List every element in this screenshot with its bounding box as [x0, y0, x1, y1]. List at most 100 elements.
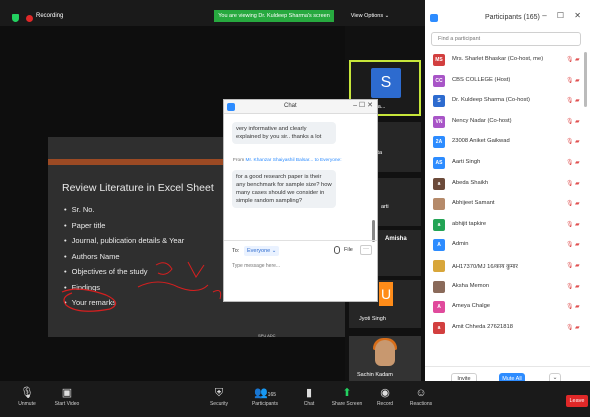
- participant-name: Abhijeet Samant: [452, 200, 495, 207]
- participant-row[interactable]: a abhijit tapkire 🎙 ▰: [425, 217, 585, 235]
- participant-row[interactable]: Abhijeet Samant 🎙 ▰: [425, 196, 585, 214]
- avatar: U: [379, 282, 393, 306]
- microphone-muted-icon[interactable]: 🎙: [566, 77, 574, 84]
- view-options-button[interactable]: View Options ⌄: [342, 10, 398, 22]
- participant-row[interactable]: a Amit Chheda 27621818 🎙 ▰: [425, 320, 585, 338]
- video-off-icon[interactable]: ▰: [575, 283, 580, 290]
- video-off-icon[interactable]: ▰: [575, 77, 580, 84]
- reactions-smiley-icon: ☺: [415, 387, 427, 399]
- participant-thumbnail[interactable]: Sachin Kadam: [349, 336, 421, 382]
- participant-search-input[interactable]: [431, 32, 581, 46]
- participant-row[interactable]: A Admin 🎙 ▰: [425, 237, 585, 255]
- leave-button[interactable]: Leave: [566, 395, 588, 407]
- reactions-button[interactable]: ☺ Reactions: [396, 385, 446, 415]
- participant-row[interactable]: MS Mrs. Sharlet Bhaskar (Co-host, me) 🎙 ▰: [425, 52, 585, 70]
- security-button[interactable]: ⛨ Security: [194, 385, 244, 415]
- avatar: a: [433, 218, 445, 231]
- chat-composer: To: Everyone ⌄ File ···: [224, 240, 377, 302]
- chat-window: Chat – ☐ ✕ very informative and clearly …: [223, 99, 378, 302]
- security-shield-icon: ⛨: [214, 387, 224, 399]
- avatar: S: [433, 95, 445, 108]
- zoom-logo-icon: [430, 14, 438, 22]
- video-off-icon[interactable]: ▰: [575, 180, 580, 187]
- participant-row[interactable]: CC CBS COLLEGE (Host) 🎙 ▰: [425, 73, 585, 91]
- video-off-icon[interactable]: ▰: [575, 324, 580, 331]
- reactions-label: Reactions: [409, 401, 433, 407]
- video-off-icon[interactable]: ▰: [575, 221, 580, 228]
- window-controls[interactable]: – ☐ ✕: [542, 11, 585, 20]
- microphone-muted-icon[interactable]: 🎙: [566, 283, 574, 290]
- participant-name: 23008 Aniket Gaikwad: [452, 138, 510, 145]
- microphone-muted-icon[interactable]: 🎙: [566, 118, 574, 125]
- participant-name: Nency Nadar (Co-host): [452, 117, 512, 124]
- participants-button[interactable]: 👥165 Participants: [240, 385, 290, 415]
- shield-icon[interactable]: [12, 14, 19, 22]
- avatar: [433, 260, 445, 272]
- participants-label: Participants: [251, 401, 279, 407]
- avatar: S: [371, 68, 401, 98]
- window-controls[interactable]: – ☐ ✕: [353, 101, 373, 109]
- file-attach-icon[interactable]: [334, 246, 340, 254]
- participant-row[interactable]: A Ameya Chalge 🎙 ▰: [425, 299, 585, 317]
- microphone-muted-icon[interactable]: 🎙: [566, 262, 574, 269]
- microphone-muted-icon[interactable]: 🎙: [566, 138, 574, 145]
- participant-name: Ameya Chalge: [452, 303, 491, 310]
- chat-scrollbar[interactable]: [372, 220, 375, 242]
- chat-message-sender: From Mr. Khanzar Shaiyashil Balsar... to…: [233, 158, 342, 163]
- video-off-icon[interactable]: ▰: [575, 200, 580, 207]
- video-off-icon[interactable]: ▰: [575, 97, 580, 104]
- participant-row[interactable]: AH17370/MJ 16/काय कुमार 🎙 ▰: [425, 258, 585, 276]
- recording-dot-icon: [26, 15, 33, 22]
- video-camera-off-icon: ▣: [61, 387, 73, 399]
- video-off-icon[interactable]: ▰: [575, 56, 580, 63]
- microphone-muted-icon[interactable]: 🎙: [566, 180, 574, 187]
- sender-name[interactable]: Mr. Khanzar Shaiyashil Balsar...: [246, 158, 314, 163]
- chat-more-button[interactable]: ···: [360, 245, 372, 255]
- video-off-icon[interactable]: ▰: [575, 138, 580, 145]
- video-off-icon[interactable]: ▰: [575, 262, 580, 269]
- video-off-icon[interactable]: ▰: [575, 303, 580, 310]
- participant-name: Mrs. Sharlet Bhaskar (Co-host, me): [452, 56, 544, 62]
- participant-row[interactable]: a Abeda Shaikh 🎙 ▰: [425, 176, 585, 194]
- participant-name: CBS COLLEGE (Host): [452, 76, 511, 83]
- participant-row[interactable]: Aksha Memon 🎙 ▰: [425, 279, 585, 297]
- microphone-muted-icon[interactable]: 🎙: [566, 56, 574, 63]
- microphone-muted-icon[interactable]: 🎙: [566, 221, 574, 228]
- participant-row[interactable]: AS Aarti Singh 🎙 ▰: [425, 155, 585, 173]
- recording-label: Recording: [36, 13, 64, 19]
- start-video-button[interactable]: ▣ Start Video: [42, 385, 92, 415]
- participant-row[interactable]: 2A 23008 Aniket Gaikwad 🎙 ▰: [425, 134, 585, 152]
- chat-message: for a good research paper is their any b…: [232, 170, 336, 208]
- zoom-logo-icon: [227, 103, 235, 111]
- avatar: a: [433, 321, 445, 334]
- participants-title: Participants (165): [485, 14, 540, 21]
- meeting-toolbar: 🎙 Unmute ▣ Start Video ⛨ Security 👥165 P…: [0, 381, 590, 417]
- microphone-muted-icon[interactable]: 🎙: [566, 159, 574, 166]
- thumbnail-name: Jyoti Singh: [359, 316, 386, 322]
- recipient-select[interactable]: Everyone ⌄: [244, 246, 280, 256]
- participant-name: Admin: [452, 241, 469, 248]
- participants-header: Participants (165) – ☐ ✕: [425, 10, 590, 26]
- avatar: A: [433, 239, 445, 252]
- avatar: CC: [433, 74, 445, 87]
- participant-row[interactable]: S Dr. Kuldeep Sharma (Co-host) 🎙 ▰: [425, 93, 585, 111]
- to-label: To:: [232, 248, 240, 254]
- avatar: [433, 280, 445, 293]
- chat-message-input[interactable]: [232, 261, 370, 271]
- microphone-muted-icon[interactable]: 🎙: [566, 303, 574, 310]
- participant-row[interactable]: VN Nency Nadar (Co-host) 🎙 ▰: [425, 114, 585, 132]
- video-off-icon[interactable]: ▰: [575, 118, 580, 125]
- microphone-muted-icon[interactable]: 🎙: [566, 97, 574, 104]
- microphone-muted-icon[interactable]: 🎙: [566, 324, 574, 331]
- microphone-muted-icon[interactable]: 🎙: [566, 241, 574, 248]
- file-button[interactable]: File: [344, 247, 353, 253]
- participants-icon: 👥165: [253, 387, 277, 399]
- participant-list-scrollbar[interactable]: [584, 52, 587, 107]
- avatar: MS: [433, 54, 445, 66]
- video-off-icon[interactable]: ▰: [575, 241, 580, 248]
- chat-header[interactable]: Chat – ☐ ✕: [224, 100, 377, 114]
- microphone-muted-icon[interactable]: 🎙: [566, 200, 574, 207]
- participant-name: Amit Chheda 27621818: [452, 323, 513, 330]
- video-off-icon[interactable]: ▰: [575, 159, 580, 166]
- thumbnail-name: Amisha: [385, 236, 407, 242]
